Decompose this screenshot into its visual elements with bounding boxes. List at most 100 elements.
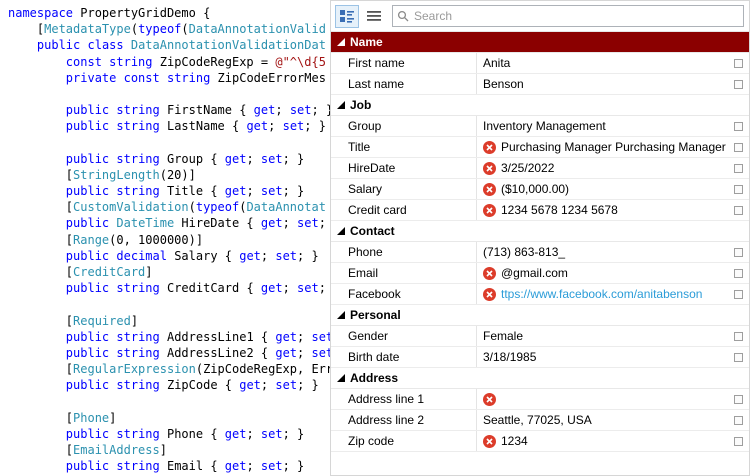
property-row: Zip code 1234 xyxy=(331,431,749,452)
code-line: [RegularExpression(ZipCodeRegExp, ErrorM… xyxy=(8,361,330,377)
alphabetical-view-button[interactable] xyxy=(362,5,386,28)
property-label: Salary xyxy=(331,179,477,199)
property-value[interactable]: Anita xyxy=(477,53,730,73)
property-label: Gender xyxy=(331,326,477,346)
property-label: Zip code xyxy=(331,431,477,451)
code-line xyxy=(8,394,330,410)
property-row: Address line 1 xyxy=(331,389,749,410)
property-value[interactable]: Purchasing Manager Purchasing Manager xyxy=(477,137,730,157)
property-value-text: (713) 863-813_ xyxy=(483,245,565,259)
category-label: Name xyxy=(350,35,383,49)
property-grid: NameFirst nameAnitaLast nameBensonJobGro… xyxy=(330,0,750,476)
code-line: public string Title { get; set; } xyxy=(8,183,330,199)
validation-error-icon xyxy=(483,435,496,448)
code-line: private const string ZipCodeErrorMes xyxy=(8,70,330,86)
validation-error-icon xyxy=(483,393,496,406)
expander-icon xyxy=(337,311,345,319)
row-option-button[interactable] xyxy=(734,164,743,173)
code-line: [CustomValidation(typeof(DataAnnotat xyxy=(8,199,330,215)
row-option-button[interactable] xyxy=(734,206,743,215)
validation-error-icon xyxy=(483,267,496,280)
property-value[interactable]: 1234 xyxy=(477,431,730,451)
row-option-button[interactable] xyxy=(734,185,743,194)
row-option-button[interactable] xyxy=(734,395,743,404)
code-line: public class DataAnnotationValidationDat xyxy=(8,37,330,53)
property-value-text: Purchasing Manager Purchasing Manager xyxy=(501,140,726,154)
code-line: public DateTime HireDate { get; set; } xyxy=(8,215,330,231)
property-value[interactable]: @gmail.com xyxy=(477,263,730,283)
row-option-button[interactable] xyxy=(734,437,743,446)
search-icon xyxy=(397,10,409,22)
validation-error-icon xyxy=(483,141,496,154)
code-line xyxy=(8,135,330,151)
property-value-text: Female xyxy=(483,329,523,343)
property-value-text: 3/18/1985 xyxy=(483,350,536,364)
property-value[interactable]: Benson xyxy=(477,74,730,94)
code-line: [CreditCard] xyxy=(8,264,330,280)
property-label: Title xyxy=(331,137,477,157)
property-row: Salary($10,000.00) xyxy=(331,179,749,200)
property-row: Phone(713) 863-813_ xyxy=(331,242,749,263)
property-value[interactable]: ttps://www.facebook.com/anitabenson xyxy=(477,284,730,304)
code-line: public string Email { get; set; } xyxy=(8,458,330,474)
row-option-button[interactable] xyxy=(734,290,743,299)
code-line: namespace PropertyGridDemo { xyxy=(8,5,330,21)
code-line xyxy=(8,296,330,312)
property-value[interactable]: 3/18/1985 xyxy=(477,347,730,367)
property-value[interactable] xyxy=(477,389,730,409)
validation-error-icon xyxy=(483,162,496,175)
property-value-text: Benson xyxy=(483,77,524,91)
validation-error-icon xyxy=(483,288,496,301)
property-value[interactable]: Inventory Management xyxy=(477,116,730,136)
code-line: public string AddressLine1 { get; set; } xyxy=(8,329,330,345)
code-line xyxy=(8,86,330,102)
row-option-button[interactable] xyxy=(734,80,743,89)
category-header-contact[interactable]: Contact xyxy=(331,221,749,242)
row-option-button[interactable] xyxy=(734,248,743,257)
category-label: Job xyxy=(350,98,371,112)
category-label: Personal xyxy=(350,308,401,322)
property-value[interactable]: Seattle, 77025, USA xyxy=(477,410,730,430)
search-input[interactable] xyxy=(414,9,739,23)
row-option-button[interactable] xyxy=(734,122,743,131)
property-value-text: 1234 xyxy=(501,434,528,448)
property-label: Group xyxy=(331,116,477,136)
row-option-button[interactable] xyxy=(734,59,743,68)
property-row: Title Purchasing Manager Purchasing Manag… xyxy=(331,137,749,158)
row-option-button[interactable] xyxy=(734,143,743,152)
property-label: HireDate xyxy=(331,158,477,178)
property-value-text: Inventory Management xyxy=(483,119,606,133)
property-value[interactable]: ($10,000.00) xyxy=(477,179,730,199)
category-header-job[interactable]: Job xyxy=(331,95,749,116)
property-value-text: Anita xyxy=(483,56,510,70)
property-value-text: 3/25/2022 xyxy=(501,161,554,175)
expander-icon xyxy=(337,38,345,46)
app-window: namespace PropertyGridDemo { [MetadataTy… xyxy=(0,0,750,476)
property-row: HireDate 3/25/2022 xyxy=(331,158,749,179)
property-label: Birth date xyxy=(331,347,477,367)
code-line: [Phone] xyxy=(8,410,330,426)
categorized-view-button[interactable] xyxy=(335,5,359,28)
property-value[interactable]: Female xyxy=(477,326,730,346)
property-row: First nameAnita xyxy=(331,53,749,74)
category-header-personal[interactable]: Personal xyxy=(331,305,749,326)
property-value[interactable]: 3/25/2022 xyxy=(477,158,730,178)
code-line: [Required] xyxy=(8,313,330,329)
code-editor[interactable]: namespace PropertyGridDemo { [MetadataTy… xyxy=(0,0,330,476)
property-grid-body: NameFirst nameAnitaLast nameBensonJobGro… xyxy=(331,32,749,452)
search-box[interactable] xyxy=(392,5,744,27)
row-option-button[interactable] xyxy=(734,332,743,341)
row-option-button[interactable] xyxy=(734,353,743,362)
row-option-button[interactable] xyxy=(734,269,743,278)
code-line: public string AddressLine2 { get; set; } xyxy=(8,345,330,361)
code-line: [MetadataType(typeof(DataAnnotationValid xyxy=(8,21,330,37)
row-option-button[interactable] xyxy=(734,416,743,425)
property-value[interactable]: 1234 5678 1234 5678 xyxy=(477,200,730,220)
category-header-name[interactable]: Name xyxy=(331,32,749,53)
category-header-address[interactable]: Address xyxy=(331,368,749,389)
property-value-text: @gmail.com xyxy=(501,266,568,280)
code-line: public string FirstName { get; set; } xyxy=(8,102,330,118)
property-value[interactable]: (713) 863-813_ xyxy=(477,242,730,262)
property-label: Email xyxy=(331,263,477,283)
code-line: public string CreditCard { get; set; } xyxy=(8,280,330,296)
